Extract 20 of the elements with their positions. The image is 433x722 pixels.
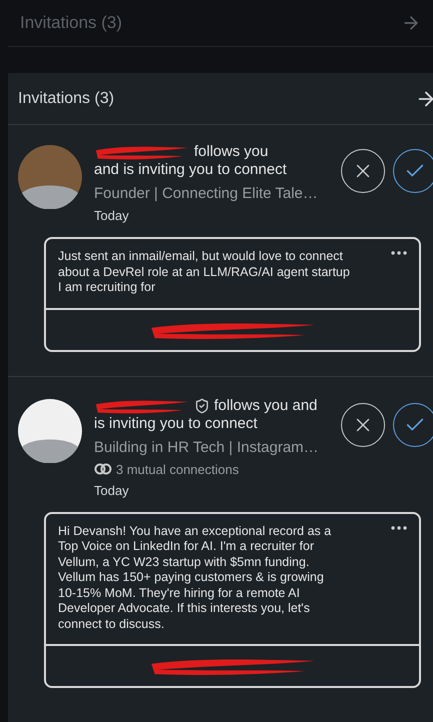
- background-title: Invitations (3): [20, 13, 122, 33]
- mutual-connections-icon: [94, 463, 112, 475]
- ignore-button[interactable]: [341, 149, 385, 193]
- accept-button[interactable]: [393, 402, 433, 446]
- accept-button[interactable]: [393, 149, 433, 193]
- invitation-headline: follows you and: [214, 396, 318, 414]
- mutual-connections: 3 mutual connections: [116, 462, 239, 476]
- invitation-subtitle: Founder | Connecting Elite Tale…: [94, 185, 319, 202]
- invitation-headline: follows you: [194, 143, 268, 161]
- invitation-headline: and is inviting you to connect: [94, 161, 288, 179]
- invitation-message: Just sent an inmail/email, but would love to connect about a DevRel role at an LLM/RAG/AI agent startup I am recruiting for: [58, 249, 350, 296]
- invitation-message: Hi Devansh! You have an exceptional record as a Top Voice on LinkedIn for AI. I'm a recruiter for Vellum, a YC W23 startup with $5mn funding. Vellum has 150+ paying customers & is growing 10-15% MoM. They're hiring for a remote AI Developer Advocate. If this interests you, let's connect to discuss.: [58, 524, 332, 632]
- invitation-time: Today: [94, 482, 130, 498]
- invitation-time: Today: [94, 208, 130, 223]
- ignore-button[interactable]: [341, 402, 385, 446]
- more-options-icon[interactable]: [391, 251, 407, 255]
- invitation-subtitle: Building in HR Tech | Instagram…: [94, 438, 320, 456]
- panel-title: Invitations (3): [18, 90, 114, 108]
- invitation-headline: is inviting you to connect: [94, 414, 258, 432]
- more-options-icon[interactable]: [391, 526, 407, 530]
